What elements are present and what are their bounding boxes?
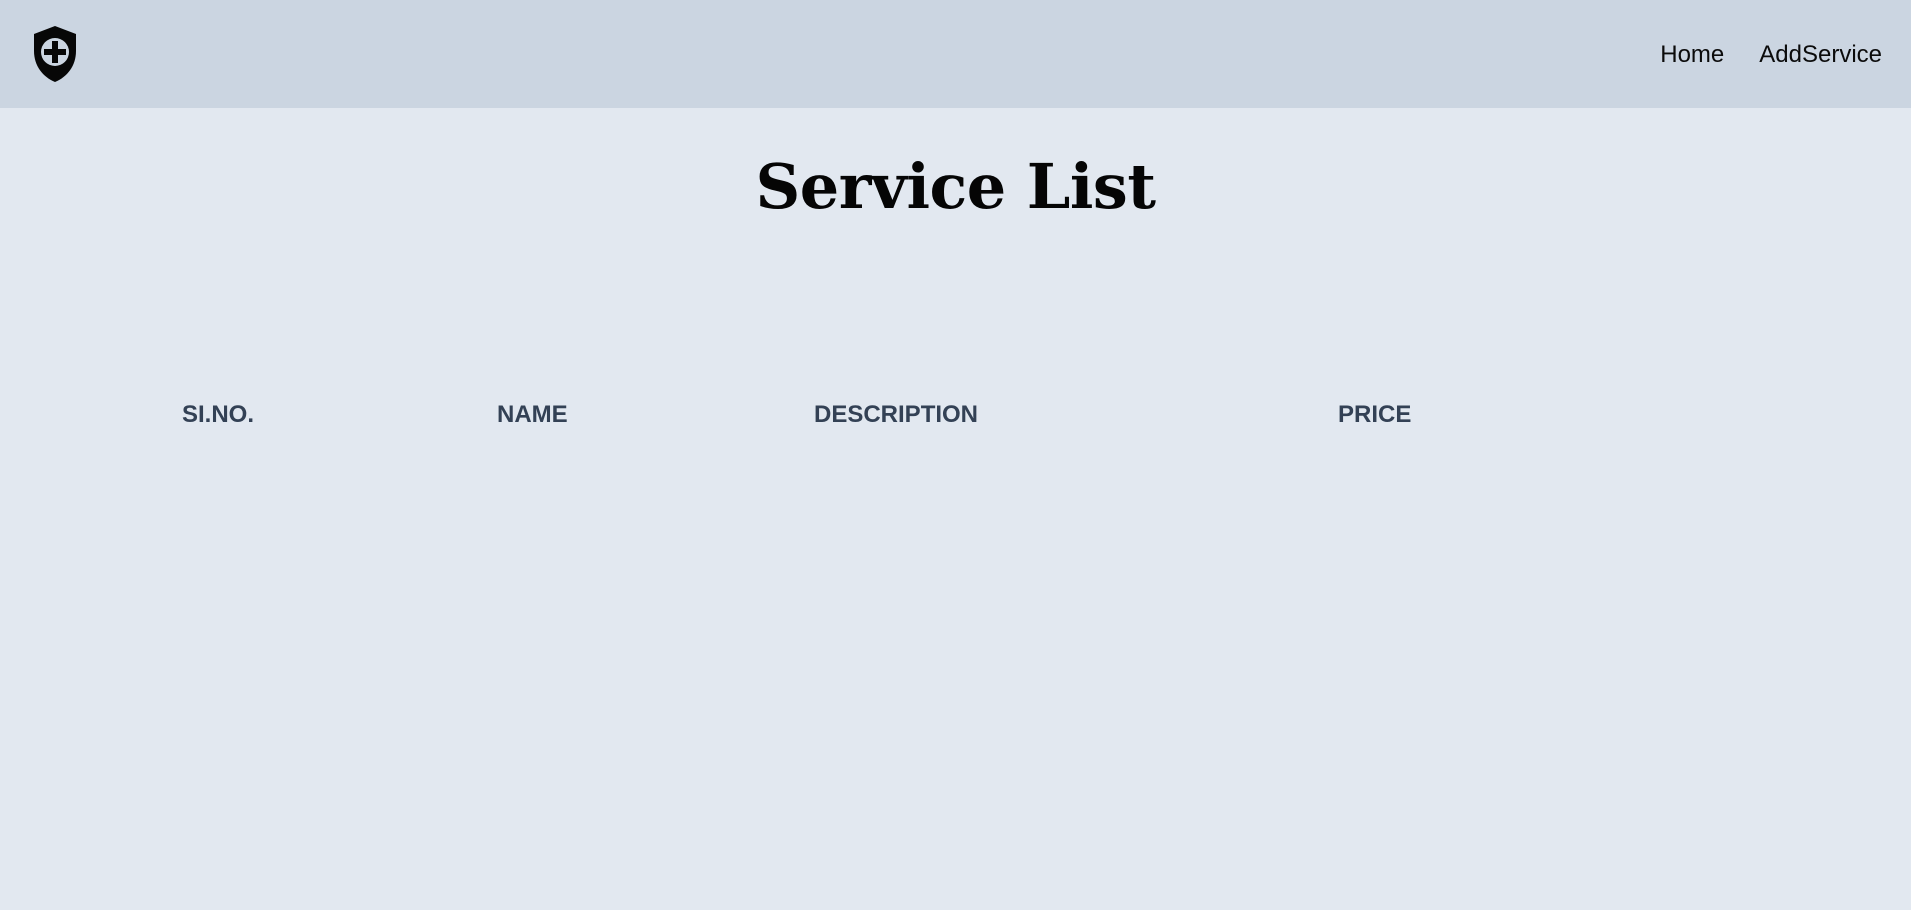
- service-table-header: SI.NO. NAME DESCRIPTION PRICE: [0, 398, 1911, 432]
- column-header-sino: SI.NO.: [182, 401, 255, 428]
- main-nav: Home AddService: [1660, 43, 1882, 67]
- column-header-description: DESCRIPTION: [814, 401, 979, 428]
- app-logo[interactable]: [29, 23, 81, 85]
- top-navbar: Home AddService: [0, 0, 1911, 108]
- main-content: Service List SI.NO. NAME DESCRIPTION PRI…: [0, 108, 1911, 910]
- shield-plus-icon: [34, 26, 76, 82]
- page-title: Service List: [755, 150, 1156, 223]
- nav-link-home[interactable]: Home: [1660, 43, 1724, 67]
- nav-link-add-service[interactable]: AddService: [1759, 43, 1882, 67]
- column-header-name: NAME: [497, 401, 568, 428]
- column-header-price: PRICE: [1338, 401, 1412, 428]
